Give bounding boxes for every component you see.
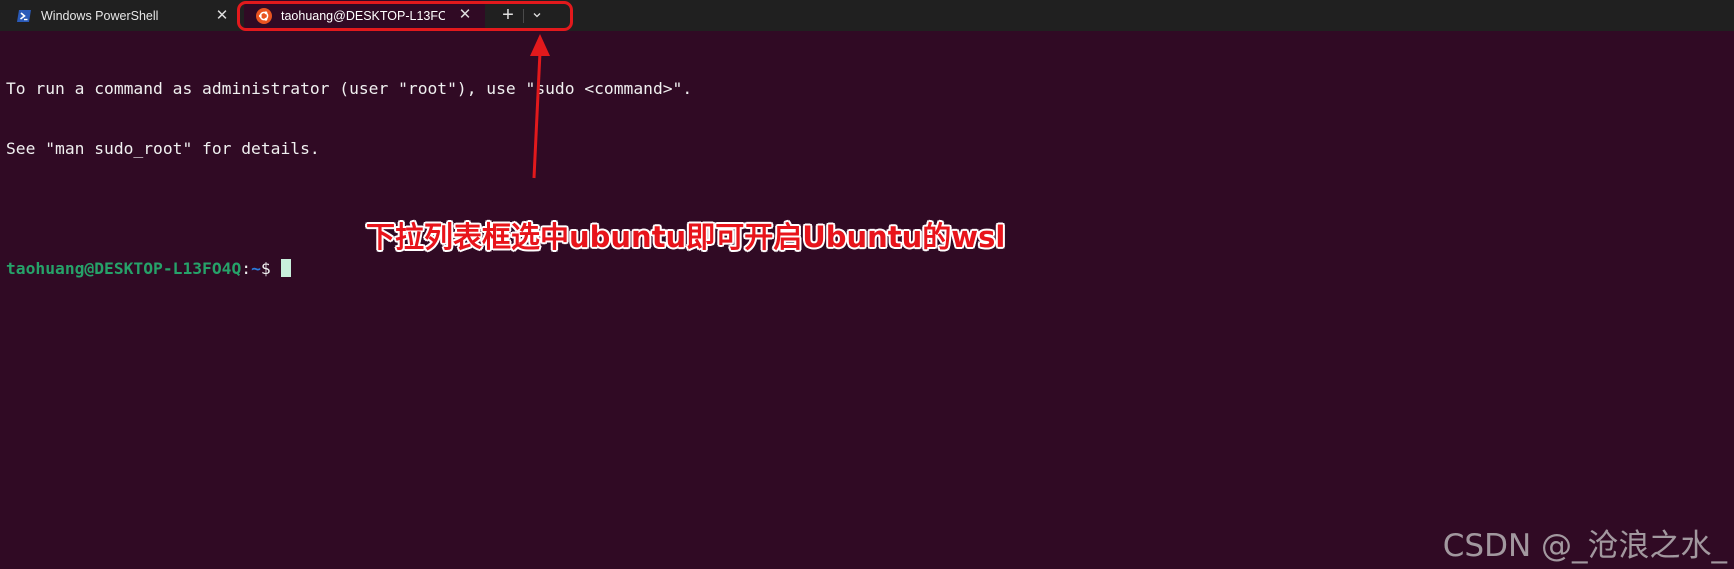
prompt-path: ~: [251, 259, 261, 278]
watermark: CSDN @_沧浪之水_: [1442, 528, 1727, 564]
tab-windows-powershell[interactable]: Windows PowerShell ✕: [0, 0, 236, 31]
close-icon[interactable]: ✕: [214, 8, 230, 24]
tab-title: taohuang@DESKTOP-L13FO4Q: ~: [281, 8, 445, 23]
ubuntu-icon: [256, 7, 272, 24]
tab-title: Windows PowerShell: [41, 8, 159, 23]
prompt-symbol: $: [260, 259, 281, 278]
tab-separator: [523, 9, 524, 23]
annotation-text: 下拉列表框选中ubuntu即可开启Ubuntu的wsl: [366, 220, 1006, 254]
close-icon[interactable]: ✕: [457, 7, 473, 23]
terminal-line: See "man sudo_root" for details.: [6, 139, 320, 158]
chevron-down-icon: [533, 13, 541, 18]
terminal-line: To run a command as administrator (user …: [6, 79, 693, 98]
new-tab-dropdown-button[interactable]: [527, 5, 547, 25]
text-cursor: [280, 259, 291, 277]
prompt-user-host: taohuang@DESKTOP-L13FO4Q: [6, 259, 242, 278]
tab-bar: Windows PowerShell ✕ taohuang@DESKTOP-L1…: [0, 0, 1734, 31]
tab-ubuntu[interactable]: taohuang@DESKTOP-L13FO4Q: ~ ✕: [244, 0, 485, 31]
terminal-output[interactable]: To run a command as administrator (user …: [6, 39, 692, 299]
powershell-icon: [16, 8, 32, 24]
prompt-colon: :: [241, 259, 252, 278]
new-tab-button[interactable]: +: [497, 4, 519, 26]
prompt-line: taohuang@DESKTOP-L13FO4Q:~$: [6, 259, 692, 279]
